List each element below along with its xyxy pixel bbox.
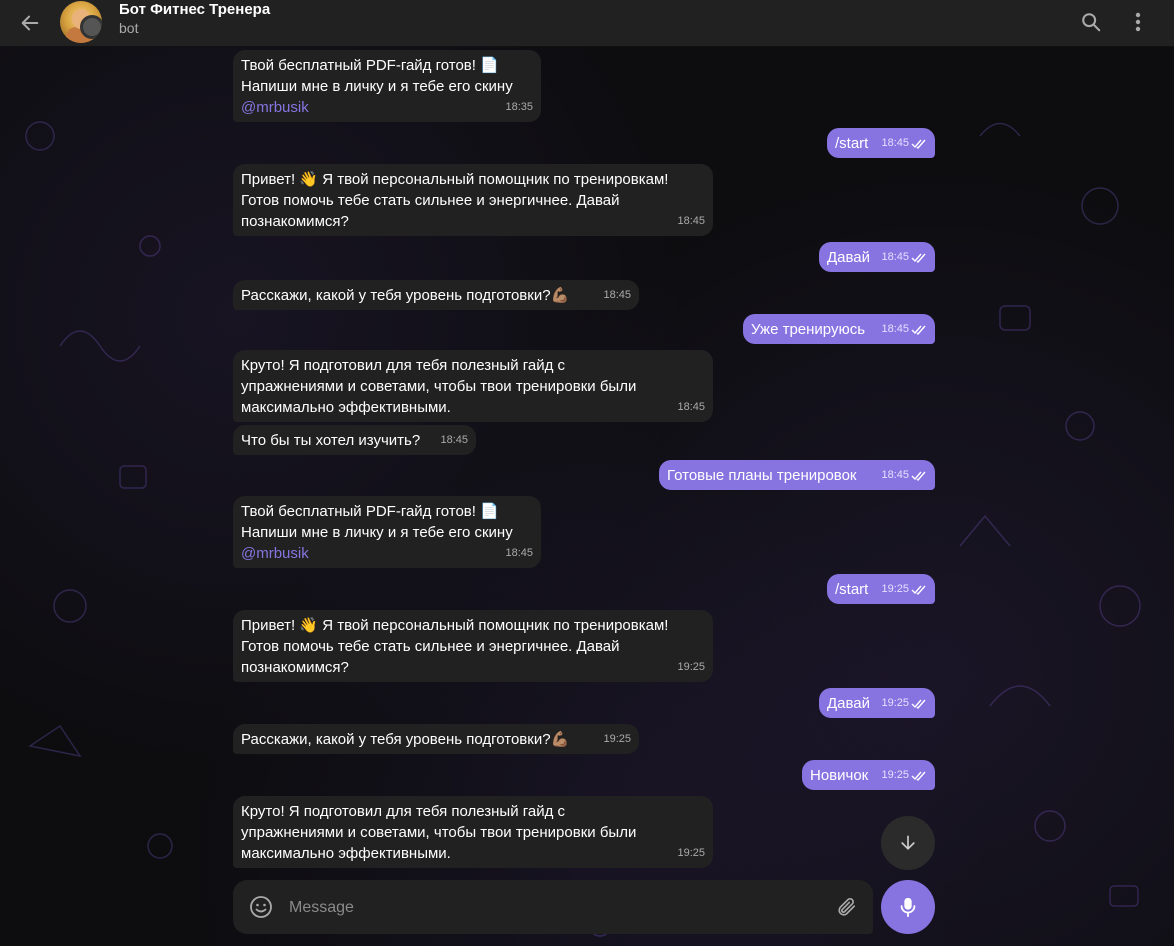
message-time: 19:25 <box>677 847 705 859</box>
message-time: 18:45 <box>881 323 909 335</box>
message-time: 18:45 <box>505 547 533 559</box>
message-incoming[interactable]: Расскажи, какой у тебя уровень подготовк… <box>233 280 639 310</box>
message-time: 18:45 <box>881 469 909 481</box>
message-text: Привет! 👋 Я твой персональный помощник п… <box>241 171 669 188</box>
message-text: максимально эффективными. <box>241 399 451 416</box>
more-vertical-icon <box>1135 12 1141 32</box>
double-check-icon <box>911 699 926 709</box>
dumbbell-icon <box>80 15 102 39</box>
message-text: Круто! Я подготовил для тебя полезный га… <box>241 803 566 820</box>
message-text: Новичок <box>810 767 869 784</box>
message-incoming[interactable]: Привет! 👋 Я твой персональный помощник п… <box>233 164 713 236</box>
message-incoming[interactable]: Круто! Я подготовил для тебя полезный га… <box>233 350 713 422</box>
message-time: 19:25 <box>603 733 631 745</box>
message-time: 18:45 <box>603 289 631 301</box>
more-button[interactable] <box>1124 7 1152 37</box>
message-text: Давай <box>827 695 871 712</box>
message-outgoing[interactable]: /start 19:25 <box>827 574 935 604</box>
message-time: 19:25 <box>881 697 909 709</box>
arrow-left-icon <box>21 15 39 31</box>
chat-title[interactable]: Бот Фитнес Тренера <box>119 1 270 18</box>
message-text: Готов помочь тебе стать сильнее и энерги… <box>241 638 620 655</box>
message-text: /start <box>835 135 869 152</box>
double-check-icon <box>911 471 926 481</box>
message-time: 18:45 <box>677 215 705 227</box>
message-text: упражнениями и советами, чтобы твои трен… <box>241 378 637 395</box>
message-text: Что бы ты хотел изучить? <box>241 432 421 449</box>
message-outgoing[interactable]: Готовые планы тренировок 18:45 <box>659 460 935 490</box>
message-text: максимально эффективными. <box>241 845 451 862</box>
back-button[interactable] <box>14 7 46 39</box>
arrow-down-icon <box>901 835 915 850</box>
message-outgoing[interactable]: Давай 19:25 <box>819 688 935 718</box>
search-icon <box>1082 13 1101 32</box>
chat-subtitle: bot <box>119 20 139 36</box>
message-incoming[interactable]: Расскажи, какой у тебя уровень подготовк… <box>233 724 639 754</box>
message-text: Твой бесплатный PDF-гайд готов! 📄 <box>241 57 499 74</box>
message-text: Напиши мне в личку и я тебе его скину <box>241 524 513 541</box>
double-check-icon <box>911 585 926 595</box>
avatar[interactable] <box>60 1 102 43</box>
message-text: Расскажи, какой у тебя уровень подготовк… <box>241 731 570 748</box>
message-incoming[interactable]: Твой бесплатный PDF-гайд готов! 📄 Напиши… <box>233 496 541 568</box>
message-outgoing[interactable]: Давай 18:45 <box>819 242 935 272</box>
message-time: 19:25 <box>677 661 705 673</box>
microphone-icon <box>900 897 916 918</box>
smile-icon <box>250 896 272 918</box>
scroll-down-button[interactable] <box>881 816 935 870</box>
message-outgoing[interactable]: Уже тренируюсь 18:45 <box>743 314 935 344</box>
message-time: 18:45 <box>677 401 705 413</box>
message-composer <box>233 880 873 934</box>
message-text: Расскажи, какой у тебя уровень подготовк… <box>241 287 570 304</box>
mention-link[interactable]: @mrbusik <box>241 97 531 118</box>
message-text: познакомимся? <box>241 213 349 230</box>
message-input[interactable] <box>287 888 821 928</box>
double-check-icon <box>911 253 926 263</box>
message-text: Напиши мне в личку и я тебе его скину <box>241 78 513 95</box>
microphone-button[interactable] <box>881 880 935 934</box>
message-time: 18:35 <box>505 101 533 113</box>
message-text: познакомимся? <box>241 659 349 676</box>
message-text: Твой бесплатный PDF-гайд готов! 📄 <box>241 503 499 520</box>
message-time: 19:25 <box>881 583 909 595</box>
double-check-icon <box>911 325 926 335</box>
message-time: 18:45 <box>440 434 468 446</box>
message-outgoing[interactable]: Новичок 19:25 <box>802 760 935 790</box>
double-check-icon <box>911 771 926 781</box>
mention-link[interactable]: @mrbusik <box>241 543 531 564</box>
message-incoming[interactable]: Привет! 👋 Я твой персональный помощник п… <box>233 610 713 682</box>
attach-button[interactable] <box>833 893 861 921</box>
message-text: Давай <box>827 249 871 266</box>
message-text: /start <box>835 581 869 598</box>
search-button[interactable] <box>1076 7 1106 37</box>
message-incoming[interactable]: Что бы ты хотел изучить? 18:45 <box>233 425 476 455</box>
message-text: Привет! 👋 Я твой персональный помощник п… <box>241 617 669 634</box>
message-text: Уже тренируюсь <box>751 321 866 338</box>
paperclip-icon <box>838 897 856 916</box>
chat-header: Бот Фитнес Тренера bot <box>0 0 1174 47</box>
message-time: 18:45 <box>881 137 909 149</box>
message-incoming[interactable]: Твой бесплатный PDF-гайд готов! 📄 Напиши… <box>233 50 541 122</box>
message-text: упражнениями и советами, чтобы твои трен… <box>241 824 637 841</box>
double-check-icon <box>911 139 926 149</box>
message-text: Готов помочь тебе стать сильнее и энерги… <box>241 192 620 209</box>
message-outgoing[interactable]: /start 18:45 <box>827 128 935 158</box>
message-time: 18:45 <box>881 251 909 263</box>
message-time: 19:25 <box>881 769 909 781</box>
emoji-button[interactable] <box>247 893 275 921</box>
message-incoming[interactable]: Круто! Я подготовил для тебя полезный га… <box>233 796 713 868</box>
message-text: Круто! Я подготовил для тебя полезный га… <box>241 357 566 374</box>
message-text: Готовые планы тренировок <box>667 467 857 484</box>
